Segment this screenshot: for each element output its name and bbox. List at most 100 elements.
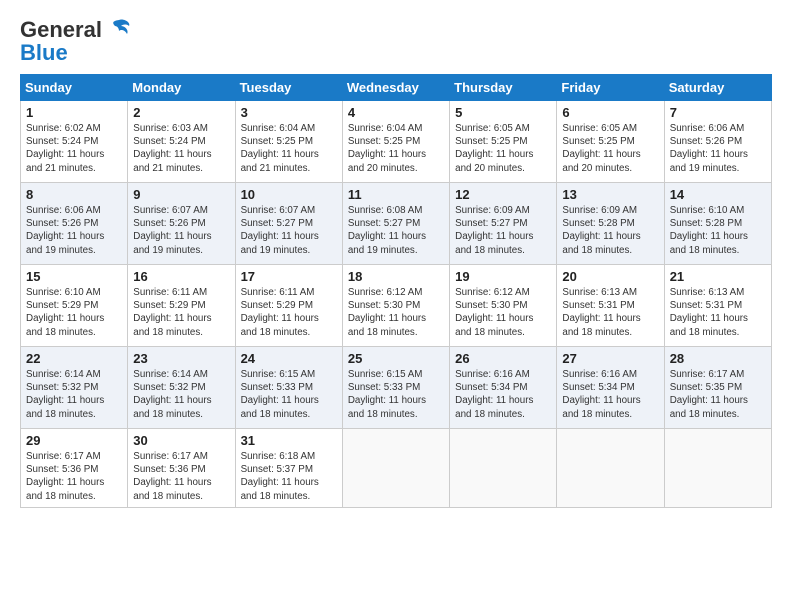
day-cell-1: 1 Sunrise: 6:02 AM Sunset: 5:24 PM Daylig…	[21, 101, 128, 183]
day-info-15: Sunrise: 6:10 AM Sunset: 5:29 PM Dayligh…	[26, 286, 122, 339]
day-cell-20: 20Sunrise: 6:13 AM Sunset: 5:31 PM Dayli…	[557, 265, 664, 347]
day-info-28: Sunrise: 6:17 AM Sunset: 5:35 PM Dayligh…	[670, 368, 766, 421]
day-cell-11: 11 Sunrise: 6:08 AM Sunset: 5:27 PM Dayli…	[342, 183, 449, 265]
day-number-11: 11	[348, 187, 444, 202]
week-row-5: 29 Sunrise: 6:17 AM Sunset: 5:36 PM Dayli…	[21, 429, 772, 508]
day-info-29: Sunrise: 6:17 AM Sunset: 5:36 PM Dayligh…	[26, 450, 122, 503]
day-cell-15: 15 Sunrise: 6:10 AM Sunset: 5:29 PM Dayli…	[21, 265, 128, 347]
day-number-7: 7	[670, 105, 766, 120]
day-number-22: 22	[26, 351, 122, 366]
day-info-1: Sunrise: 6:02 AM Sunset: 5:24 PM Dayligh…	[26, 122, 122, 175]
day-number-24: 24	[241, 351, 337, 366]
week-row-3: 15 Sunrise: 6:10 AM Sunset: 5:29 PM Dayli…	[21, 265, 772, 347]
day-info-6: Sunrise: 6:05 AM Sunset: 5:25 PM Dayligh…	[562, 122, 658, 175]
day-cell-29: 29 Sunrise: 6:17 AM Sunset: 5:36 PM Dayli…	[21, 429, 128, 508]
day-cell-18: 18 Sunrise: 6:12 AM Sunset: 5:30 PM Dayli…	[342, 265, 449, 347]
day-info-13: Sunrise: 6:09 AM Sunset: 5:28 PM Dayligh…	[562, 204, 658, 257]
day-number-17: 17	[241, 269, 337, 284]
day-info-7: Sunrise: 6:06 AM Sunset: 5:26 PM Dayligh…	[670, 122, 766, 175]
day-info-16: Sunrise: 6:11 AM Sunset: 5:29 PM Dayligh…	[133, 286, 229, 339]
day-info-30: Sunrise: 6:17 AM Sunset: 5:36 PM Dayligh…	[133, 450, 229, 503]
day-info-11: Sunrise: 6:08 AM Sunset: 5:27 PM Dayligh…	[348, 204, 444, 257]
day-cell-6: 6 Sunrise: 6:05 AM Sunset: 5:25 PM Daylig…	[557, 101, 664, 183]
day-number-14: 14	[670, 187, 766, 202]
week-row-1: 1 Sunrise: 6:02 AM Sunset: 5:24 PM Daylig…	[21, 101, 772, 183]
day-number-27: 27	[562, 351, 658, 366]
day-cell-2: 2 Sunrise: 6:03 AM Sunset: 5:24 PM Daylig…	[128, 101, 235, 183]
day-info-18: Sunrise: 6:12 AM Sunset: 5:30 PM Dayligh…	[348, 286, 444, 339]
day-info-5: Sunrise: 6:05 AM Sunset: 5:25 PM Dayligh…	[455, 122, 551, 175]
day-info-21: Sunrise: 6:13 AM Sunset: 5:31 PM Dayligh…	[670, 286, 766, 339]
day-info-22: Sunrise: 6:14 AM Sunset: 5:32 PM Dayligh…	[26, 368, 122, 421]
day-number-31: 31	[241, 433, 337, 448]
day-cell-14: 14Sunrise: 6:10 AM Sunset: 5:28 PM Dayli…	[664, 183, 771, 265]
day-number-4: 4	[348, 105, 444, 120]
day-number-12: 12	[455, 187, 551, 202]
day-info-4: Sunrise: 6:04 AM Sunset: 5:25 PM Dayligh…	[348, 122, 444, 175]
day-info-24: Sunrise: 6:15 AM Sunset: 5:33 PM Dayligh…	[241, 368, 337, 421]
logo: General Blue	[20, 16, 133, 66]
day-info-20: Sunrise: 6:13 AM Sunset: 5:31 PM Dayligh…	[562, 286, 658, 339]
empty-cell	[664, 429, 771, 508]
day-number-9: 9	[133, 187, 229, 202]
weekday-header-saturday: Saturday	[664, 75, 771, 101]
week-row-4: 22 Sunrise: 6:14 AM Sunset: 5:32 PM Dayli…	[21, 347, 772, 429]
empty-cell	[557, 429, 664, 508]
day-cell-5: 5Sunrise: 6:05 AM Sunset: 5:25 PM Daylig…	[450, 101, 557, 183]
weekday-header-tuesday: Tuesday	[235, 75, 342, 101]
day-info-2: Sunrise: 6:03 AM Sunset: 5:24 PM Dayligh…	[133, 122, 229, 175]
calendar-table: SundayMondayTuesdayWednesdayThursdayFrid…	[20, 74, 772, 508]
day-number-19: 19	[455, 269, 551, 284]
day-info-25: Sunrise: 6:15 AM Sunset: 5:33 PM Dayligh…	[348, 368, 444, 421]
weekday-header-monday: Monday	[128, 75, 235, 101]
day-number-1: 1	[26, 105, 122, 120]
day-cell-7: 7 Sunrise: 6:06 AM Sunset: 5:26 PM Daylig…	[664, 101, 771, 183]
weekday-header-friday: Friday	[557, 75, 664, 101]
weekday-header-thursday: Thursday	[450, 75, 557, 101]
day-cell-16: 16 Sunrise: 6:11 AM Sunset: 5:29 PM Dayli…	[128, 265, 235, 347]
day-cell-19: 19 Sunrise: 6:12 AM Sunset: 5:30 PM Dayli…	[450, 265, 557, 347]
day-number-21: 21	[670, 269, 766, 284]
empty-cell	[342, 429, 449, 508]
day-info-23: Sunrise: 6:14 AM Sunset: 5:32 PM Dayligh…	[133, 368, 229, 421]
day-number-10: 10	[241, 187, 337, 202]
day-number-13: 13	[562, 187, 658, 202]
day-cell-10: 10 Sunrise: 6:07 AM Sunset: 5:27 PM Dayli…	[235, 183, 342, 265]
day-number-18: 18	[348, 269, 444, 284]
day-cell-23: 23 Sunrise: 6:14 AM Sunset: 5:32 PM Dayli…	[128, 347, 235, 429]
day-info-26: Sunrise: 6:16 AM Sunset: 5:34 PM Dayligh…	[455, 368, 551, 421]
day-cell-31: 31 Sunrise: 6:18 AM Sunset: 5:37 PM Dayli…	[235, 429, 342, 508]
day-number-2: 2	[133, 105, 229, 120]
day-number-16: 16	[133, 269, 229, 284]
day-cell-12: 12 Sunrise: 6:09 AM Sunset: 5:27 PM Dayli…	[450, 183, 557, 265]
day-info-8: Sunrise: 6:06 AM Sunset: 5:26 PM Dayligh…	[26, 204, 122, 257]
day-number-26: 26	[455, 351, 551, 366]
day-info-19: Sunrise: 6:12 AM Sunset: 5:30 PM Dayligh…	[455, 286, 551, 339]
day-number-25: 25	[348, 351, 444, 366]
week-row-2: 8Sunrise: 6:06 AM Sunset: 5:26 PM Daylig…	[21, 183, 772, 265]
day-info-17: Sunrise: 6:11 AM Sunset: 5:29 PM Dayligh…	[241, 286, 337, 339]
day-cell-17: 17 Sunrise: 6:11 AM Sunset: 5:29 PM Dayli…	[235, 265, 342, 347]
day-info-12: Sunrise: 6:09 AM Sunset: 5:27 PM Dayligh…	[455, 204, 551, 257]
day-info-3: Sunrise: 6:04 AM Sunset: 5:25 PM Dayligh…	[241, 122, 337, 175]
page: General Blue SundayMondayTuesdayWednesda…	[0, 0, 792, 612]
day-number-15: 15	[26, 269, 122, 284]
day-cell-26: 26 Sunrise: 6:16 AM Sunset: 5:34 PM Dayli…	[450, 347, 557, 429]
weekday-header-sunday: Sunday	[21, 75, 128, 101]
logo-bird-icon	[105, 16, 133, 44]
day-number-23: 23	[133, 351, 229, 366]
day-cell-30: 30 Sunrise: 6:17 AM Sunset: 5:36 PM Dayli…	[128, 429, 235, 508]
day-number-3: 3	[241, 105, 337, 120]
empty-cell	[450, 429, 557, 508]
day-info-31: Sunrise: 6:18 AM Sunset: 5:37 PM Dayligh…	[241, 450, 337, 503]
day-cell-3: 3 Sunrise: 6:04 AM Sunset: 5:25 PM Daylig…	[235, 101, 342, 183]
day-number-30: 30	[133, 433, 229, 448]
day-number-6: 6	[562, 105, 658, 120]
day-number-29: 29	[26, 433, 122, 448]
day-cell-27: 27Sunrise: 6:16 AM Sunset: 5:34 PM Dayli…	[557, 347, 664, 429]
day-info-10: Sunrise: 6:07 AM Sunset: 5:27 PM Dayligh…	[241, 204, 337, 257]
day-cell-13: 13 Sunrise: 6:09 AM Sunset: 5:28 PM Dayli…	[557, 183, 664, 265]
header: General Blue	[20, 16, 772, 66]
day-cell-4: 4 Sunrise: 6:04 AM Sunset: 5:25 PM Daylig…	[342, 101, 449, 183]
day-cell-28: 28Sunrise: 6:17 AM Sunset: 5:35 PM Dayli…	[664, 347, 771, 429]
